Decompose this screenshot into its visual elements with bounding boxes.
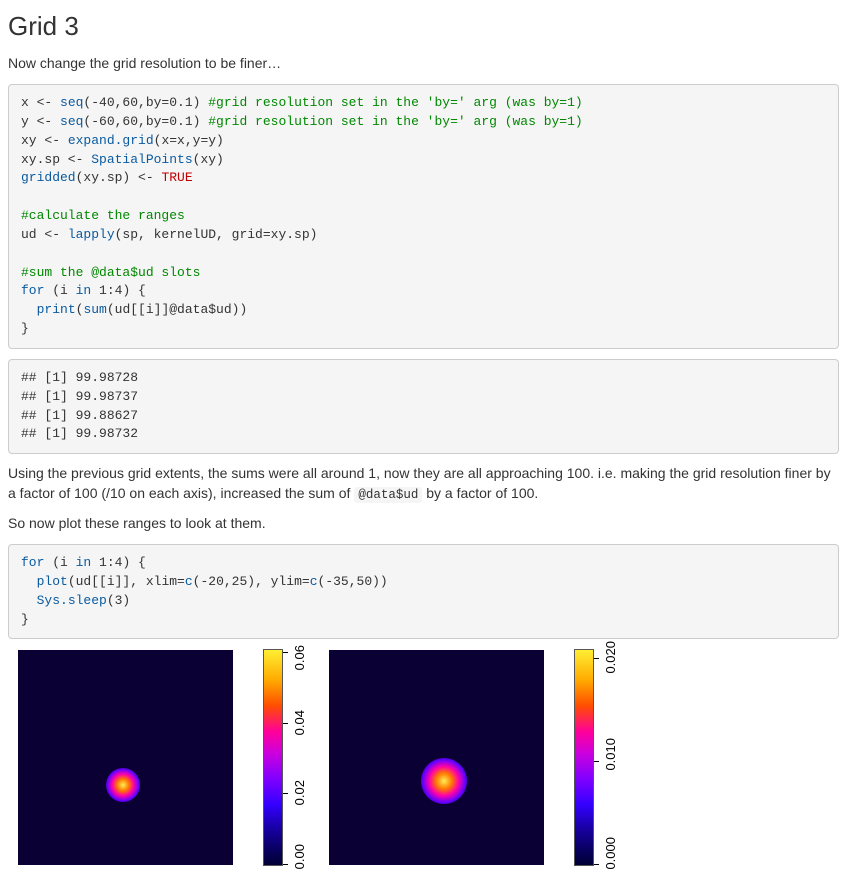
colorbar-labels: 0.000 0.010 0.020 (602, 650, 620, 865)
plots-row: 0.00 0.02 0.04 0.06 0.000 0.010 0.020 (8, 649, 839, 866)
colorbar-labels: 0.00 0.02 0.04 0.06 (291, 650, 309, 865)
plot-2: 0.000 0.010 0.020 (329, 649, 620, 866)
plot-1: 0.00 0.02 0.04 0.06 (18, 649, 309, 866)
intro-text: Now change the grid resolution to be fin… (8, 54, 839, 74)
code-block-1: x <- seq(-40,60,by=0.1) #grid resolution… (8, 84, 839, 349)
colorbar-gradient (574, 649, 594, 866)
inline-code: @data$ud (354, 487, 422, 503)
plot-2-colorbar: 0.000 0.010 0.020 (574, 649, 620, 866)
output-block-1: ## [1] 99.98728 ## [1] 99.98737 ## [1] 9… (8, 359, 839, 454)
colorbar-gradient (263, 649, 283, 866)
plot-1-canvas (18, 650, 233, 865)
code-block-2: for (i in 1:4) { plot(ud[[i]], xlim=c(-2… (8, 544, 839, 639)
plot-2-canvas (329, 650, 544, 865)
page-heading: Grid 3 (8, 8, 839, 44)
paragraph-1: Using the previous grid extents, the sum… (8, 464, 839, 504)
plot-1-colorbar: 0.00 0.02 0.04 0.06 (263, 649, 309, 866)
paragraph-2: So now plot these ranges to look at them… (8, 514, 839, 534)
